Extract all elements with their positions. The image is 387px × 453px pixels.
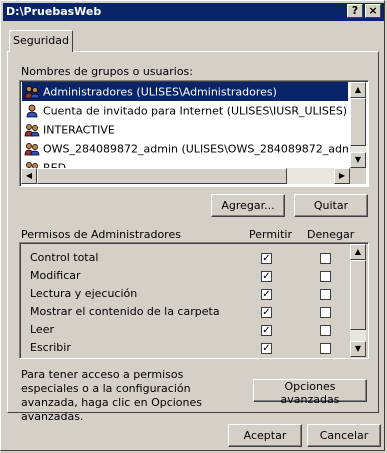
group-icon xyxy=(24,85,40,99)
group-icon xyxy=(24,123,40,137)
allow-checkbox[interactable]: ✓ xyxy=(261,325,272,336)
advanced-info-text: Para tener acceso a permisos especiales … xyxy=(21,368,203,423)
scroll-left-icon[interactable]: ◀ xyxy=(21,168,37,184)
permissions-label: Permisos de Administradores xyxy=(21,228,181,241)
deny-checkbox[interactable] xyxy=(320,253,331,264)
scroll-up-icon[interactable]: ▲ xyxy=(350,82,366,98)
allow-header: Permitir xyxy=(249,228,293,241)
user-list-item[interactable]: Cuenta de invitado para Internet (ULISES… xyxy=(22,101,348,120)
cancel-button[interactable]: Cancelar xyxy=(307,424,381,447)
user-list-item-label: INTERACTIVE xyxy=(43,123,115,137)
user-list-item[interactable]: OWS_284089872_admin (ULISES\OWS_28408987… xyxy=(22,139,348,158)
users-vscroll-thumb[interactable] xyxy=(350,98,366,146)
allow-checkbox[interactable]: ✓ xyxy=(261,271,272,282)
permission-row-label: Modificar xyxy=(30,269,81,282)
users-label: Nombres de grupos o usuarios: xyxy=(21,65,193,78)
deny-checkbox[interactable] xyxy=(320,289,331,300)
properties-dialog: D:\PruebasWeb ? × Seguridad Nombres de g… xyxy=(0,0,385,451)
allow-checkbox[interactable]: ✓ xyxy=(261,289,272,300)
group-icon xyxy=(24,142,40,156)
users-vscrollbar[interactable]: ▲ ▼ xyxy=(350,82,366,168)
permission-row-label: Control total xyxy=(30,251,99,264)
permission-row-label: Leer xyxy=(30,323,54,336)
permissions-vscrollbar[interactable]: ▲ ▼ xyxy=(350,244,366,357)
user-list-item-label: Cuenta de invitado para Internet (ULISES… xyxy=(43,104,348,118)
perm-scroll-up-icon[interactable]: ▲ xyxy=(350,244,366,260)
allow-checkbox[interactable]: ✓ xyxy=(261,253,272,264)
deny-checkbox[interactable] xyxy=(320,343,331,354)
users-hscrollbar[interactable]: ◀ ▶ xyxy=(21,168,350,184)
scroll-corner xyxy=(350,168,366,184)
ok-button[interactable]: Aceptar xyxy=(228,424,302,447)
advanced-options-button[interactable]: Opciones avanzadas xyxy=(253,379,367,406)
scroll-right-icon[interactable]: ▶ xyxy=(334,168,350,184)
permissions-list: Control total ✓ Modificar ✓ Lectura y ejecuc… xyxy=(19,242,369,359)
allow-checkbox[interactable]: ✓ xyxy=(261,307,272,318)
users-hscroll-thumb[interactable] xyxy=(37,168,287,184)
help-button[interactable]: ? xyxy=(347,4,363,18)
user-list-item[interactable]: INTERACTIVE xyxy=(22,120,348,139)
allow-checkbox[interactable]: ✓ xyxy=(261,343,272,354)
permission-row-label: Mostrar el contenido de la carpeta xyxy=(30,305,220,318)
close-button[interactable]: × xyxy=(365,4,381,18)
user-list-item[interactable]: Administradores (ULISES\Administradores) xyxy=(22,82,348,101)
add-button[interactable]: Agregar... xyxy=(211,194,285,217)
users-list[interactable]: Administradores (ULISES\Administradores)… xyxy=(19,80,369,187)
user-list-item-label: Administradores (ULISES\Administradores) xyxy=(43,85,277,99)
title-bar: D:\PruebasWeb xyxy=(3,3,384,21)
window-title: D:\PruebasWeb xyxy=(6,5,102,18)
deny-checkbox[interactable] xyxy=(320,325,331,336)
perm-vscroll-thumb[interactable] xyxy=(350,260,366,330)
deny-header: Denegar xyxy=(307,228,355,241)
deny-checkbox[interactable] xyxy=(320,307,331,318)
deny-checkbox[interactable] xyxy=(320,271,331,282)
permission-row-label: Lectura y ejecución xyxy=(30,287,138,300)
user-list-item-label: OWS_284089872_admin (ULISES\OWS_28408987… xyxy=(43,142,348,156)
remove-button[interactable]: Quitar xyxy=(294,194,368,217)
user-icon xyxy=(24,104,40,118)
permission-row-label: Escribir xyxy=(30,341,71,354)
tab-seguridad[interactable]: Seguridad xyxy=(9,30,73,52)
scroll-down-icon[interactable]: ▼ xyxy=(350,152,366,168)
perm-scroll-down-icon[interactable]: ▼ xyxy=(350,341,366,357)
